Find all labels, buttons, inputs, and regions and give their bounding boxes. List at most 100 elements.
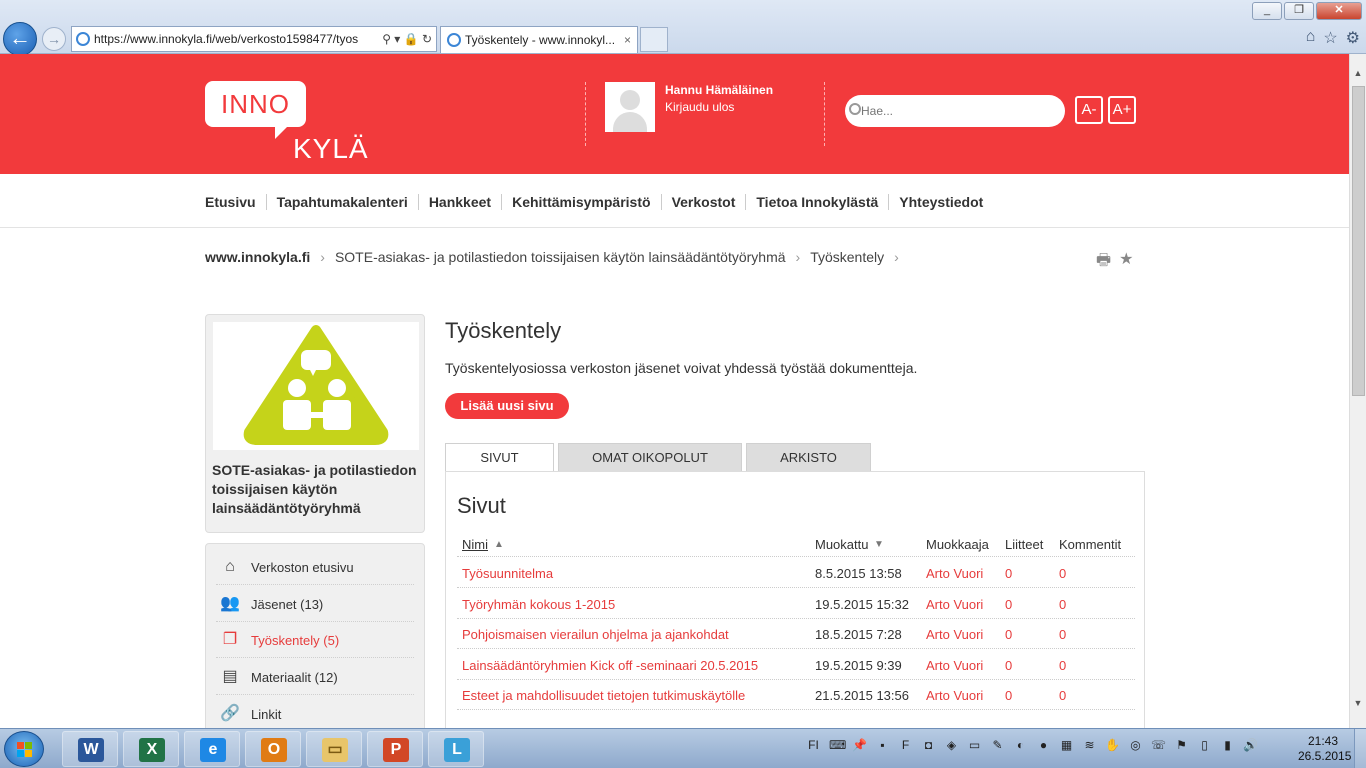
- tray-hand-icon[interactable]: ✋: [1105, 738, 1120, 752]
- row-editor-link[interactable]: Arto Vuori: [926, 688, 983, 703]
- keyboard-icon[interactable]: ⌨: [829, 738, 846, 752]
- back-button[interactable]: ←: [3, 22, 37, 56]
- font-larger-button[interactable]: A+: [1108, 96, 1136, 124]
- address-tools[interactable]: ⚲ ▾ 🔒 ↻: [379, 27, 432, 51]
- internet-explorer-icon[interactable]: e: [184, 731, 240, 767]
- home-browser-icon[interactable]: ⌂: [1306, 28, 1316, 48]
- display-icon[interactable]: ▭: [967, 738, 982, 752]
- minimize-button[interactable]: _: [1252, 2, 1282, 20]
- nav-item-tapahtumakalenteri[interactable]: Tapahtumakalenteri: [265, 194, 418, 210]
- scrollbar-thumb[interactable]: [1352, 86, 1365, 396]
- favorites-star-icon[interactable]: ☆: [1323, 28, 1337, 48]
- signal-icon[interactable]: ▮: [1220, 738, 1235, 752]
- row-name-link[interactable]: Pohjoismaisen vierailun ohjelma ja ajank…: [462, 627, 729, 642]
- forward-button[interactable]: →: [42, 27, 66, 51]
- lync-icon[interactable]: L: [428, 731, 484, 767]
- settings-gear-icon[interactable]: ⚙: [1346, 28, 1360, 48]
- breadcrumb-home[interactable]: www.innokyla.fi: [205, 249, 310, 265]
- row-name-link[interactable]: Esteet ja mahdollisuudet tietojen tutkim…: [462, 688, 745, 703]
- row-attachments[interactable]: 0: [1005, 627, 1012, 642]
- font-smaller-button[interactable]: A-: [1075, 96, 1103, 124]
- action-center-flag-icon[interactable]: ⚑: [1174, 738, 1189, 752]
- scroll-down-icon[interactable]: ▼: [1350, 698, 1366, 714]
- volume-icon[interactable]: 🔊: [1243, 738, 1258, 752]
- show-desktop-button[interactable]: [1354, 729, 1366, 768]
- close-window-button[interactable]: ✕: [1316, 2, 1362, 20]
- vertical-scrollbar[interactable]: ▲ ▼: [1349, 54, 1366, 728]
- sort-desc-icon[interactable]: ▼: [874, 539, 884, 550]
- excel-icon[interactable]: X: [123, 731, 179, 767]
- row-comments[interactable]: 0: [1059, 597, 1066, 612]
- nav-item-yhteystiedot[interactable]: Yhteystiedot: [888, 194, 993, 210]
- add-page-button[interactable]: Lisää uusi sivu: [445, 393, 569, 419]
- battery-icon[interactable]: ▯: [1197, 738, 1212, 752]
- row-attachments[interactable]: 0: [1005, 566, 1012, 581]
- restore-button[interactable]: ❐: [1284, 2, 1314, 20]
- sidebar-item-tyoskentely[interactable]: ❐ Työskentely (5): [216, 622, 414, 658]
- tray-outlook-icon[interactable]: ◘: [921, 738, 936, 752]
- sort-asc-icon[interactable]: ▲: [494, 539, 504, 550]
- browser-tab-active[interactable]: Työskentely - www.innokyl... ×: [440, 26, 638, 53]
- search-box[interactable]: [845, 95, 1065, 127]
- logout-link[interactable]: Kirjaudu ulos: [665, 100, 734, 114]
- column-comments[interactable]: Kommentit: [1059, 537, 1121, 552]
- row-comments[interactable]: 0: [1059, 658, 1066, 673]
- scroll-up-icon[interactable]: ▲: [1350, 68, 1366, 84]
- nav-item-hankkeet[interactable]: Hankkeet: [417, 194, 501, 210]
- powerpoint-icon[interactable]: P: [367, 731, 423, 767]
- sidebar-item-jasenet[interactable]: 👥 Jäsenet (13): [216, 586, 414, 622]
- row-name-link[interactable]: Lainsäädäntöryhmien Kick off -seminaari …: [462, 658, 758, 673]
- tab-sivut[interactable]: SIVUT: [445, 443, 554, 472]
- column-attachments[interactable]: Liitteet: [1005, 537, 1043, 552]
- row-comments[interactable]: 0: [1059, 627, 1066, 642]
- row-comments[interactable]: 0: [1059, 566, 1066, 581]
- row-comments[interactable]: 0: [1059, 688, 1066, 703]
- language-indicator[interactable]: FI: [806, 738, 821, 752]
- tray-app-icon[interactable]: ▪: [875, 738, 890, 752]
- row-editor-link[interactable]: Arto Vuori: [926, 658, 983, 673]
- start-button[interactable]: [4, 731, 44, 767]
- address-bar[interactable]: https://www.innokyla.fi/web/verkosto1598…: [71, 26, 437, 52]
- breadcrumb-current[interactable]: Työskentely: [810, 249, 884, 265]
- row-attachments[interactable]: 0: [1005, 597, 1012, 612]
- row-editor-link[interactable]: Arto Vuori: [926, 566, 983, 581]
- nav-item-etusivu[interactable]: Etusivu: [205, 194, 266, 210]
- tray-tool-icon[interactable]: ✎: [990, 738, 1005, 752]
- avatar[interactable]: [605, 82, 655, 132]
- nav-item-kehittamisymparisto[interactable]: Kehittämisympäristö: [501, 194, 660, 210]
- innokyla-logo[interactable]: INNO KYLÄ: [205, 81, 369, 165]
- tray-f-icon[interactable]: F: [898, 738, 913, 752]
- search-input[interactable]: [861, 101, 1051, 121]
- word-icon[interactable]: W: [62, 731, 118, 767]
- nav-item-tietoa[interactable]: Tietoa Innokylästä: [745, 194, 888, 210]
- row-name-link[interactable]: Työsuunnitelma: [462, 566, 553, 581]
- tray-grid-icon[interactable]: ▦: [1059, 738, 1074, 752]
- row-name-link[interactable]: Työryhmän kokous 1-2015: [462, 597, 615, 612]
- column-name[interactable]: Nimi: [462, 537, 488, 552]
- new-tab-button[interactable]: [640, 27, 668, 52]
- breadcrumb-network[interactable]: SOTE-asiakas- ja potilastiedon toissijai…: [335, 249, 786, 265]
- tray-phone-icon[interactable]: ☏: [1151, 738, 1166, 752]
- tab-omat-oikopolut[interactable]: OMAT OIKOPOLUT: [558, 443, 742, 472]
- favorite-star-icon[interactable]: ★: [1119, 249, 1133, 276]
- tab-close-icon[interactable]: ×: [624, 27, 631, 53]
- outlook-icon[interactable]: O: [245, 731, 301, 767]
- print-icon[interactable]: 🖶: [1096, 249, 1111, 276]
- tray-record-icon[interactable]: ●: [1036, 738, 1051, 752]
- nav-item-verkostot[interactable]: Verkostot: [660, 194, 746, 210]
- tray-sync-icon[interactable]: ◎: [1128, 738, 1143, 752]
- tab-arkisto[interactable]: ARKISTO: [746, 443, 871, 472]
- row-attachments[interactable]: 0: [1005, 688, 1012, 703]
- tray-chat-icon[interactable]: ◐: [1013, 738, 1028, 752]
- network-title[interactable]: SOTE-asiakas- ja potilastiedon toissijai…: [212, 461, 422, 518]
- row-editor-link[interactable]: Arto Vuori: [926, 627, 983, 642]
- system-clock[interactable]: 21:43 26.5.2015: [1298, 734, 1351, 764]
- row-attachments[interactable]: 0: [1005, 658, 1012, 673]
- sidebar-item-etusivu[interactable]: ⌂ Verkoston etusivu: [216, 549, 414, 585]
- sidebar-item-materiaalit[interactable]: ▤ Materiaalit (12): [216, 659, 414, 695]
- user-name[interactable]: Hannu Hämäläinen: [665, 83, 773, 97]
- sidebar-item-linkit[interactable]: 🔗 Linkit: [216, 696, 414, 728]
- network-icon[interactable]: ≋: [1082, 738, 1097, 752]
- column-editor[interactable]: Muokkaaja: [926, 537, 989, 552]
- row-editor-link[interactable]: Arto Vuori: [926, 597, 983, 612]
